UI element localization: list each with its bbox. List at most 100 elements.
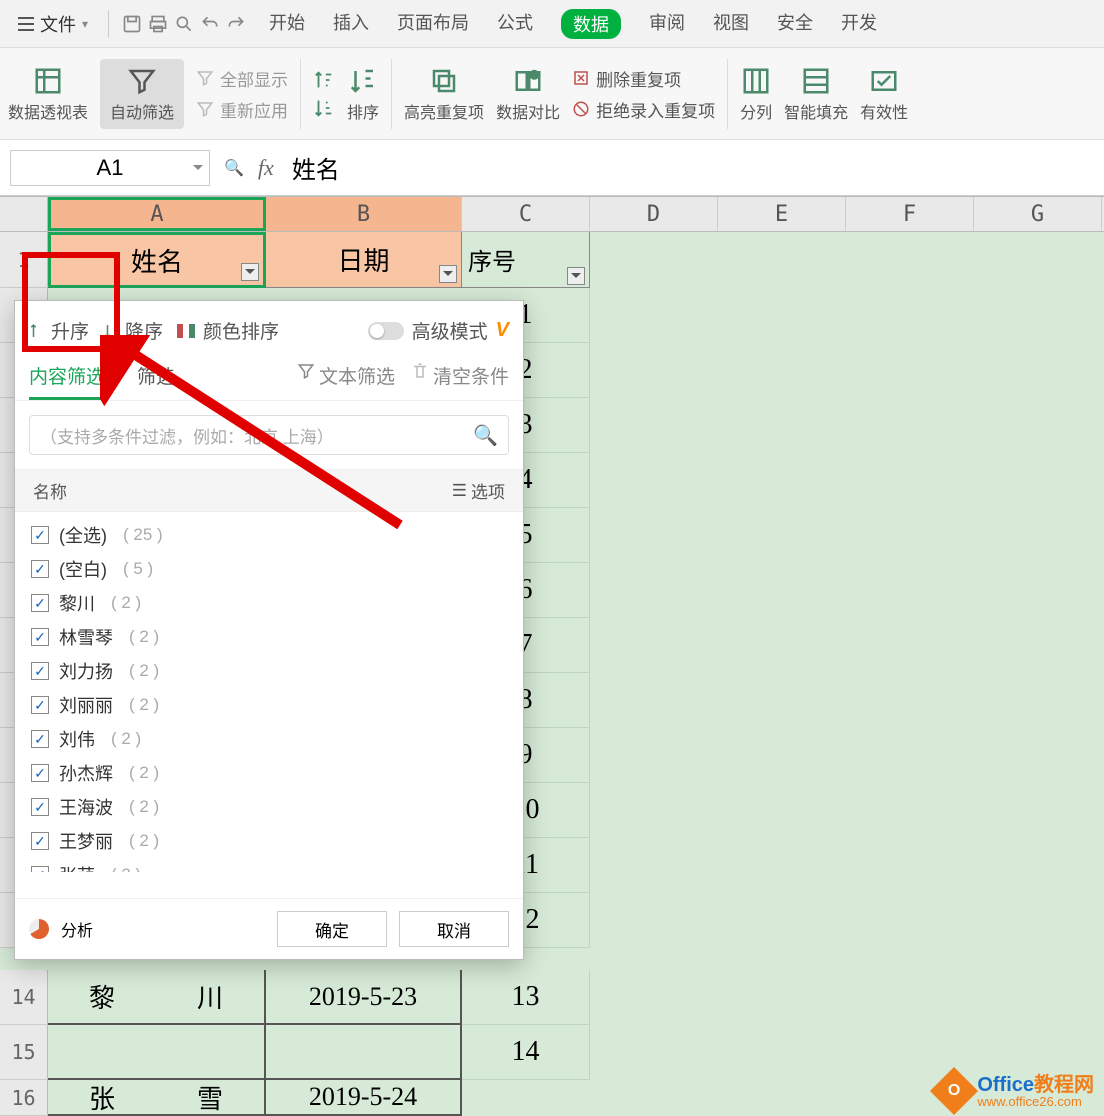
- sort-icon: [347, 65, 379, 97]
- watermark: O Office教程网 www.office26.com: [937, 1074, 1094, 1108]
- checkbox-icon[interactable]: ✓: [31, 526, 49, 544]
- tab-layout[interactable]: 页面布局: [397, 9, 469, 39]
- filter-item[interactable]: ✓张萌( 2 ): [31, 858, 507, 872]
- print-preview-icon[interactable]: [173, 13, 195, 35]
- sort-desc-icon[interactable]: [313, 97, 335, 119]
- checkbox-icon[interactable]: ✓: [31, 594, 49, 612]
- cancel-button[interactable]: 取消: [399, 911, 509, 947]
- filter-item-count: ( 2 ): [129, 797, 159, 817]
- filter-item[interactable]: ✓林雪琴( 2 ): [31, 620, 507, 654]
- tab-review[interactable]: 审阅: [649, 9, 685, 39]
- validation-label: 有效性: [860, 99, 908, 123]
- checkbox-icon[interactable]: ✓: [31, 560, 49, 578]
- cell-seq[interactable]: 13: [462, 970, 590, 1025]
- smart-fill-label: 智能填充: [784, 99, 848, 123]
- tab-security[interactable]: 安全: [777, 9, 813, 39]
- fx-icon[interactable]: fx: [258, 155, 274, 181]
- redo-icon[interactable]: [225, 13, 247, 35]
- filter-item[interactable]: ✓(空白)( 5 ): [31, 552, 507, 586]
- filter-item-label: 张萌: [59, 862, 95, 872]
- tab-data[interactable]: 数据: [561, 9, 621, 39]
- header-cell-seq[interactable]: 序号: [462, 232, 590, 288]
- reject-dup-button[interactable]: 拒绝录入重复项: [572, 97, 715, 122]
- checkbox-icon[interactable]: ✓: [31, 662, 49, 680]
- column-header-C[interactable]: C: [462, 197, 590, 231]
- smart-fill-button[interactable]: 智能填充: [784, 65, 848, 123]
- filter-dropdown-C[interactable]: [567, 267, 585, 285]
- print-icon[interactable]: [147, 13, 169, 35]
- checkbox-icon[interactable]: ✓: [31, 628, 49, 646]
- cell-seq[interactable]: 14: [462, 1025, 590, 1080]
- tab-content-filter[interactable]: 内容筛选: [29, 362, 105, 400]
- tab-start[interactable]: 开始: [269, 9, 305, 39]
- filter-dropdown-A[interactable]: [241, 263, 259, 281]
- row-header[interactable]: 14: [0, 970, 48, 1025]
- autofilter-button[interactable]: 自动筛选: [100, 59, 184, 129]
- validation-button[interactable]: 有效性: [860, 65, 908, 123]
- cell-date[interactable]: [266, 1025, 462, 1080]
- checkbox-icon[interactable]: ✓: [31, 866, 49, 872]
- tab-view[interactable]: 视图: [713, 9, 749, 39]
- column-header-D[interactable]: D: [590, 197, 718, 231]
- checkbox-icon[interactable]: ✓: [31, 832, 49, 850]
- cell-date[interactable]: 2019-5-23: [266, 970, 462, 1025]
- filter-item[interactable]: ✓王梦丽( 2 ): [31, 824, 507, 858]
- filter-item-count: ( 2 ): [111, 729, 141, 749]
- tab-insert[interactable]: 插入: [333, 9, 369, 39]
- filter-item[interactable]: ✓刘力扬( 2 ): [31, 654, 507, 688]
- watermark-url: www.office26.com: [977, 1095, 1094, 1108]
- sort-button[interactable]: 排序: [347, 65, 379, 123]
- pivot-label: 数据透视表: [8, 99, 88, 123]
- undo-icon[interactable]: [199, 13, 221, 35]
- filter-item[interactable]: ✓刘丽丽( 2 ): [31, 688, 507, 722]
- checkbox-icon[interactable]: ✓: [31, 696, 49, 714]
- cell-name[interactable]: 黎川: [48, 970, 266, 1025]
- column-header-B[interactable]: B: [266, 197, 462, 231]
- column-header-F[interactable]: F: [846, 197, 974, 231]
- checkbox-icon[interactable]: ✓: [31, 730, 49, 748]
- filter-item-count: ( 5 ): [123, 559, 153, 579]
- column-header-E[interactable]: E: [718, 197, 846, 231]
- row-header[interactable]: 16: [0, 1080, 48, 1116]
- column-header-A[interactable]: A: [48, 197, 266, 231]
- select-all-corner[interactable]: [0, 197, 48, 231]
- filter-item[interactable]: ✓黎川( 2 ): [31, 586, 507, 620]
- name-box[interactable]: A1: [10, 150, 210, 186]
- ok-button[interactable]: 确定: [277, 911, 387, 947]
- formula-value[interactable]: 姓名: [292, 150, 340, 185]
- text-to-col-button[interactable]: 分列: [740, 65, 772, 123]
- checkbox-icon[interactable]: ✓: [31, 764, 49, 782]
- sort-asc-icon[interactable]: [313, 69, 335, 91]
- text-to-col-label: 分列: [740, 99, 772, 123]
- search-icon[interactable]: 🔍: [473, 423, 498, 448]
- options-button[interactable]: ☰选项: [452, 478, 505, 503]
- cell-date[interactable]: 2019-5-24: [266, 1080, 462, 1116]
- tab-dev[interactable]: 开发: [841, 9, 877, 39]
- filter-item[interactable]: ✓孙杰辉( 2 ): [31, 756, 507, 790]
- highlight-dup-button[interactable]: 高亮重复项: [404, 65, 484, 123]
- pivot-table-button[interactable]: 数据透视表: [8, 65, 88, 123]
- filter-item[interactable]: ✓王海波( 2 ): [31, 790, 507, 824]
- analyze-button[interactable]: 分析: [61, 917, 93, 941]
- column-header-G[interactable]: G: [974, 197, 1102, 231]
- menu-separator: [108, 10, 109, 38]
- vip-badge: V: [496, 319, 509, 342]
- filter-dropdown-B[interactable]: [439, 265, 457, 283]
- show-all-button[interactable]: 全部显示: [196, 66, 288, 91]
- file-menu[interactable]: 文件 ▾: [10, 7, 96, 41]
- checkbox-icon[interactable]: ✓: [31, 798, 49, 816]
- watermark-title: Office教程网: [977, 1075, 1094, 1095]
- zoom-icon[interactable]: 🔍: [224, 158, 244, 178]
- row-header[interactable]: 15: [0, 1025, 48, 1080]
- reapply-button[interactable]: 重新应用: [196, 97, 288, 122]
- save-icon[interactable]: [121, 13, 143, 35]
- filter-item[interactable]: ✓刘伟( 2 ): [31, 722, 507, 756]
- remove-dup-button[interactable]: 删除重复项: [572, 66, 715, 91]
- pivot-icon: [32, 65, 64, 97]
- data-compare-button[interactable]: 数据对比: [496, 65, 560, 123]
- tab-formula[interactable]: 公式: [497, 9, 533, 39]
- cell-name[interactable]: [48, 1025, 266, 1080]
- smart-fill-icon: [800, 65, 832, 97]
- header-cell-date[interactable]: 日期: [266, 232, 462, 288]
- cell-name[interactable]: 张雪: [48, 1080, 266, 1116]
